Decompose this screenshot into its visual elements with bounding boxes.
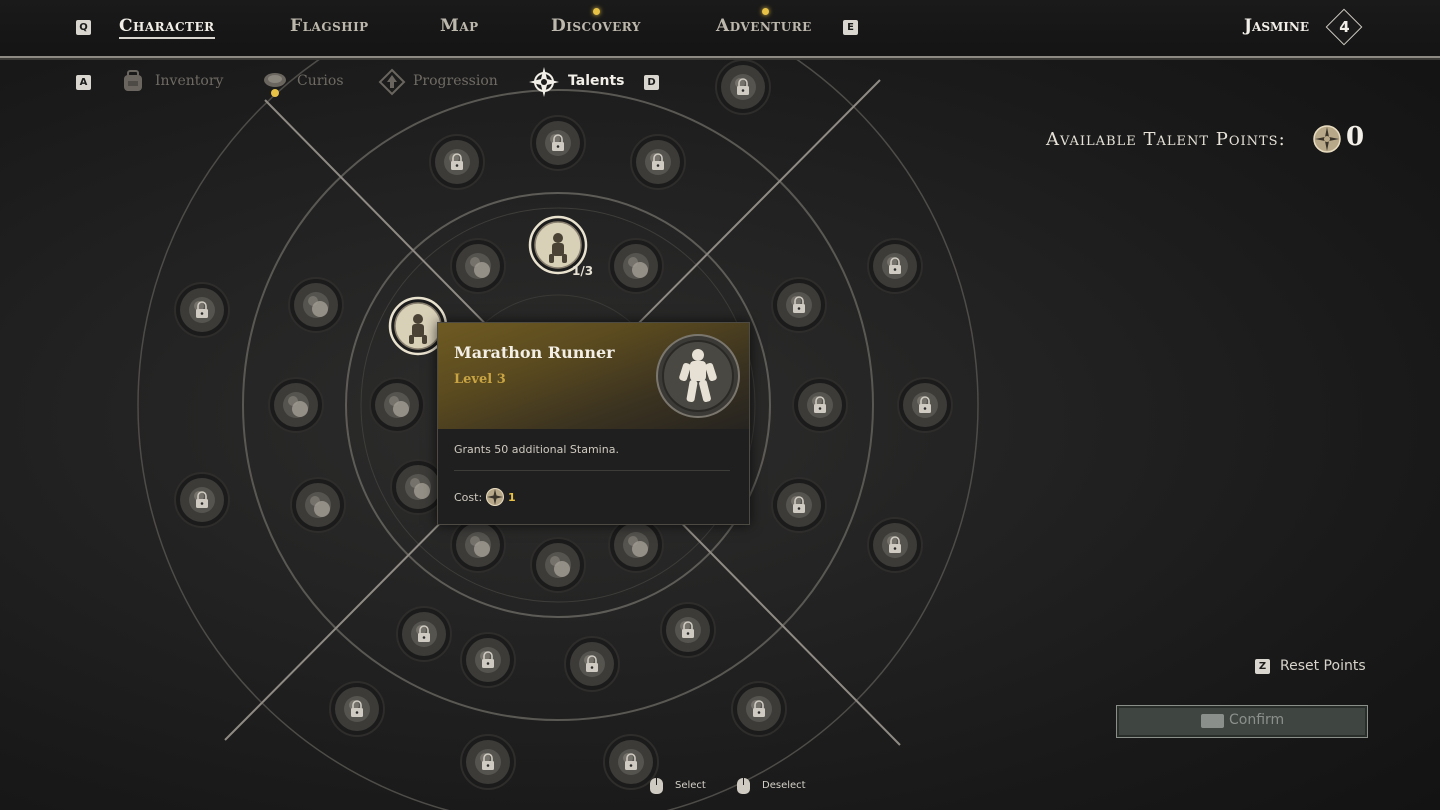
locked-talent-node[interactable] <box>897 377 953 433</box>
curio-icon <box>264 73 286 97</box>
runner-icon <box>656 334 740 418</box>
select-hint: Select <box>675 780 706 791</box>
talent-tooltip: Marathon Runner Level 3 Grants 50 additi… <box>437 322 750 525</box>
compass-star-icon <box>529 67 559 97</box>
locked-talent-node[interactable] <box>660 602 716 658</box>
spacebar-key-icon <box>1201 714 1224 728</box>
subtab-progression[interactable]: Progression <box>413 73 498 89</box>
locked-talent-node[interactable] <box>867 517 923 573</box>
reset-points-button[interactable]: Reset Points <box>1280 658 1366 674</box>
locked-talent-node[interactable] <box>174 472 230 528</box>
right-mouse-icon <box>737 778 750 794</box>
progression-icon <box>378 68 406 96</box>
confirm-button[interactable]: Confirm <box>1116 705 1368 738</box>
tab-adventure[interactable]: Adventure <box>716 16 812 36</box>
locked-talent-node[interactable] <box>530 115 586 171</box>
locked-talent-node[interactable] <box>564 636 620 692</box>
tooltip-divider <box>454 470 730 471</box>
locked-talent-node[interactable] <box>771 477 827 533</box>
adventure-notification-dot <box>762 8 769 15</box>
tooltip-title: Marathon Runner <box>454 343 615 362</box>
talent-point-icon <box>486 488 504 506</box>
subnav-next-key[interactable]: D <box>644 75 659 90</box>
discovery-notification-dot <box>593 8 600 15</box>
talent-node[interactable] <box>268 377 324 433</box>
player-level: 4 <box>1339 18 1350 36</box>
deselect-hint: Deselect <box>762 780 806 791</box>
reset-key[interactable]: Z <box>1255 659 1270 674</box>
tab-flagship[interactable]: Flagship <box>290 16 369 36</box>
locked-talent-node[interactable] <box>329 681 385 737</box>
talent-node[interactable] <box>288 277 344 333</box>
nav-prev-key[interactable]: Q <box>76 20 91 35</box>
talent-rank-badge: 1/3 <box>572 264 593 278</box>
subtab-inventory[interactable]: Inventory <box>155 73 223 89</box>
locked-talent-node[interactable] <box>630 134 686 190</box>
talent-node[interactable] <box>608 238 664 294</box>
talent-node[interactable] <box>290 477 346 533</box>
talent-points-label: Available Talent Points: <box>1046 129 1286 150</box>
tooltip-cost-value: 1 <box>508 491 516 504</box>
confirm-label: Confirm <box>1229 712 1285 728</box>
talent-node[interactable] <box>369 377 425 433</box>
locked-talent-node[interactable] <box>429 134 485 190</box>
tab-character[interactable]: Character <box>119 16 215 39</box>
left-mouse-icon <box>650 778 663 794</box>
talent-node[interactable] <box>530 537 586 593</box>
nav-next-key[interactable]: E <box>843 20 858 35</box>
tooltip-description: Grants 50 additional Stamina. <box>454 443 619 456</box>
backpack-icon <box>124 70 142 91</box>
talent-node[interactable] <box>608 517 664 573</box>
tooltip-cost-label: Cost: <box>454 491 483 504</box>
tab-map[interactable]: Map <box>440 16 479 36</box>
locked-talent-node[interactable] <box>396 606 452 662</box>
subtab-talents[interactable]: Talents <box>568 73 624 89</box>
subtab-curios[interactable]: Curios <box>297 73 344 89</box>
locked-talent-node[interactable] <box>460 632 516 688</box>
locked-talent-node[interactable] <box>174 282 230 338</box>
locked-talent-node[interactable] <box>771 277 827 333</box>
talent-points-value: 0 <box>1346 122 1365 152</box>
talent-point-icon <box>1313 125 1341 153</box>
talent-node[interactable] <box>450 517 506 573</box>
tooltip-level: Level 3 <box>454 372 506 387</box>
subnav-prev-key[interactable]: A <box>76 75 91 90</box>
locked-talent-node[interactable] <box>715 59 771 115</box>
locked-talent-node[interactable] <box>792 377 848 433</box>
player-name: Jasmine <box>1244 16 1310 36</box>
locked-talent-node[interactable] <box>867 238 923 294</box>
tab-discovery[interactable]: Discovery <box>551 16 641 36</box>
talent-node[interactable] <box>450 238 506 294</box>
locked-talent-node[interactable] <box>731 681 787 737</box>
locked-talent-node[interactable] <box>460 734 516 790</box>
